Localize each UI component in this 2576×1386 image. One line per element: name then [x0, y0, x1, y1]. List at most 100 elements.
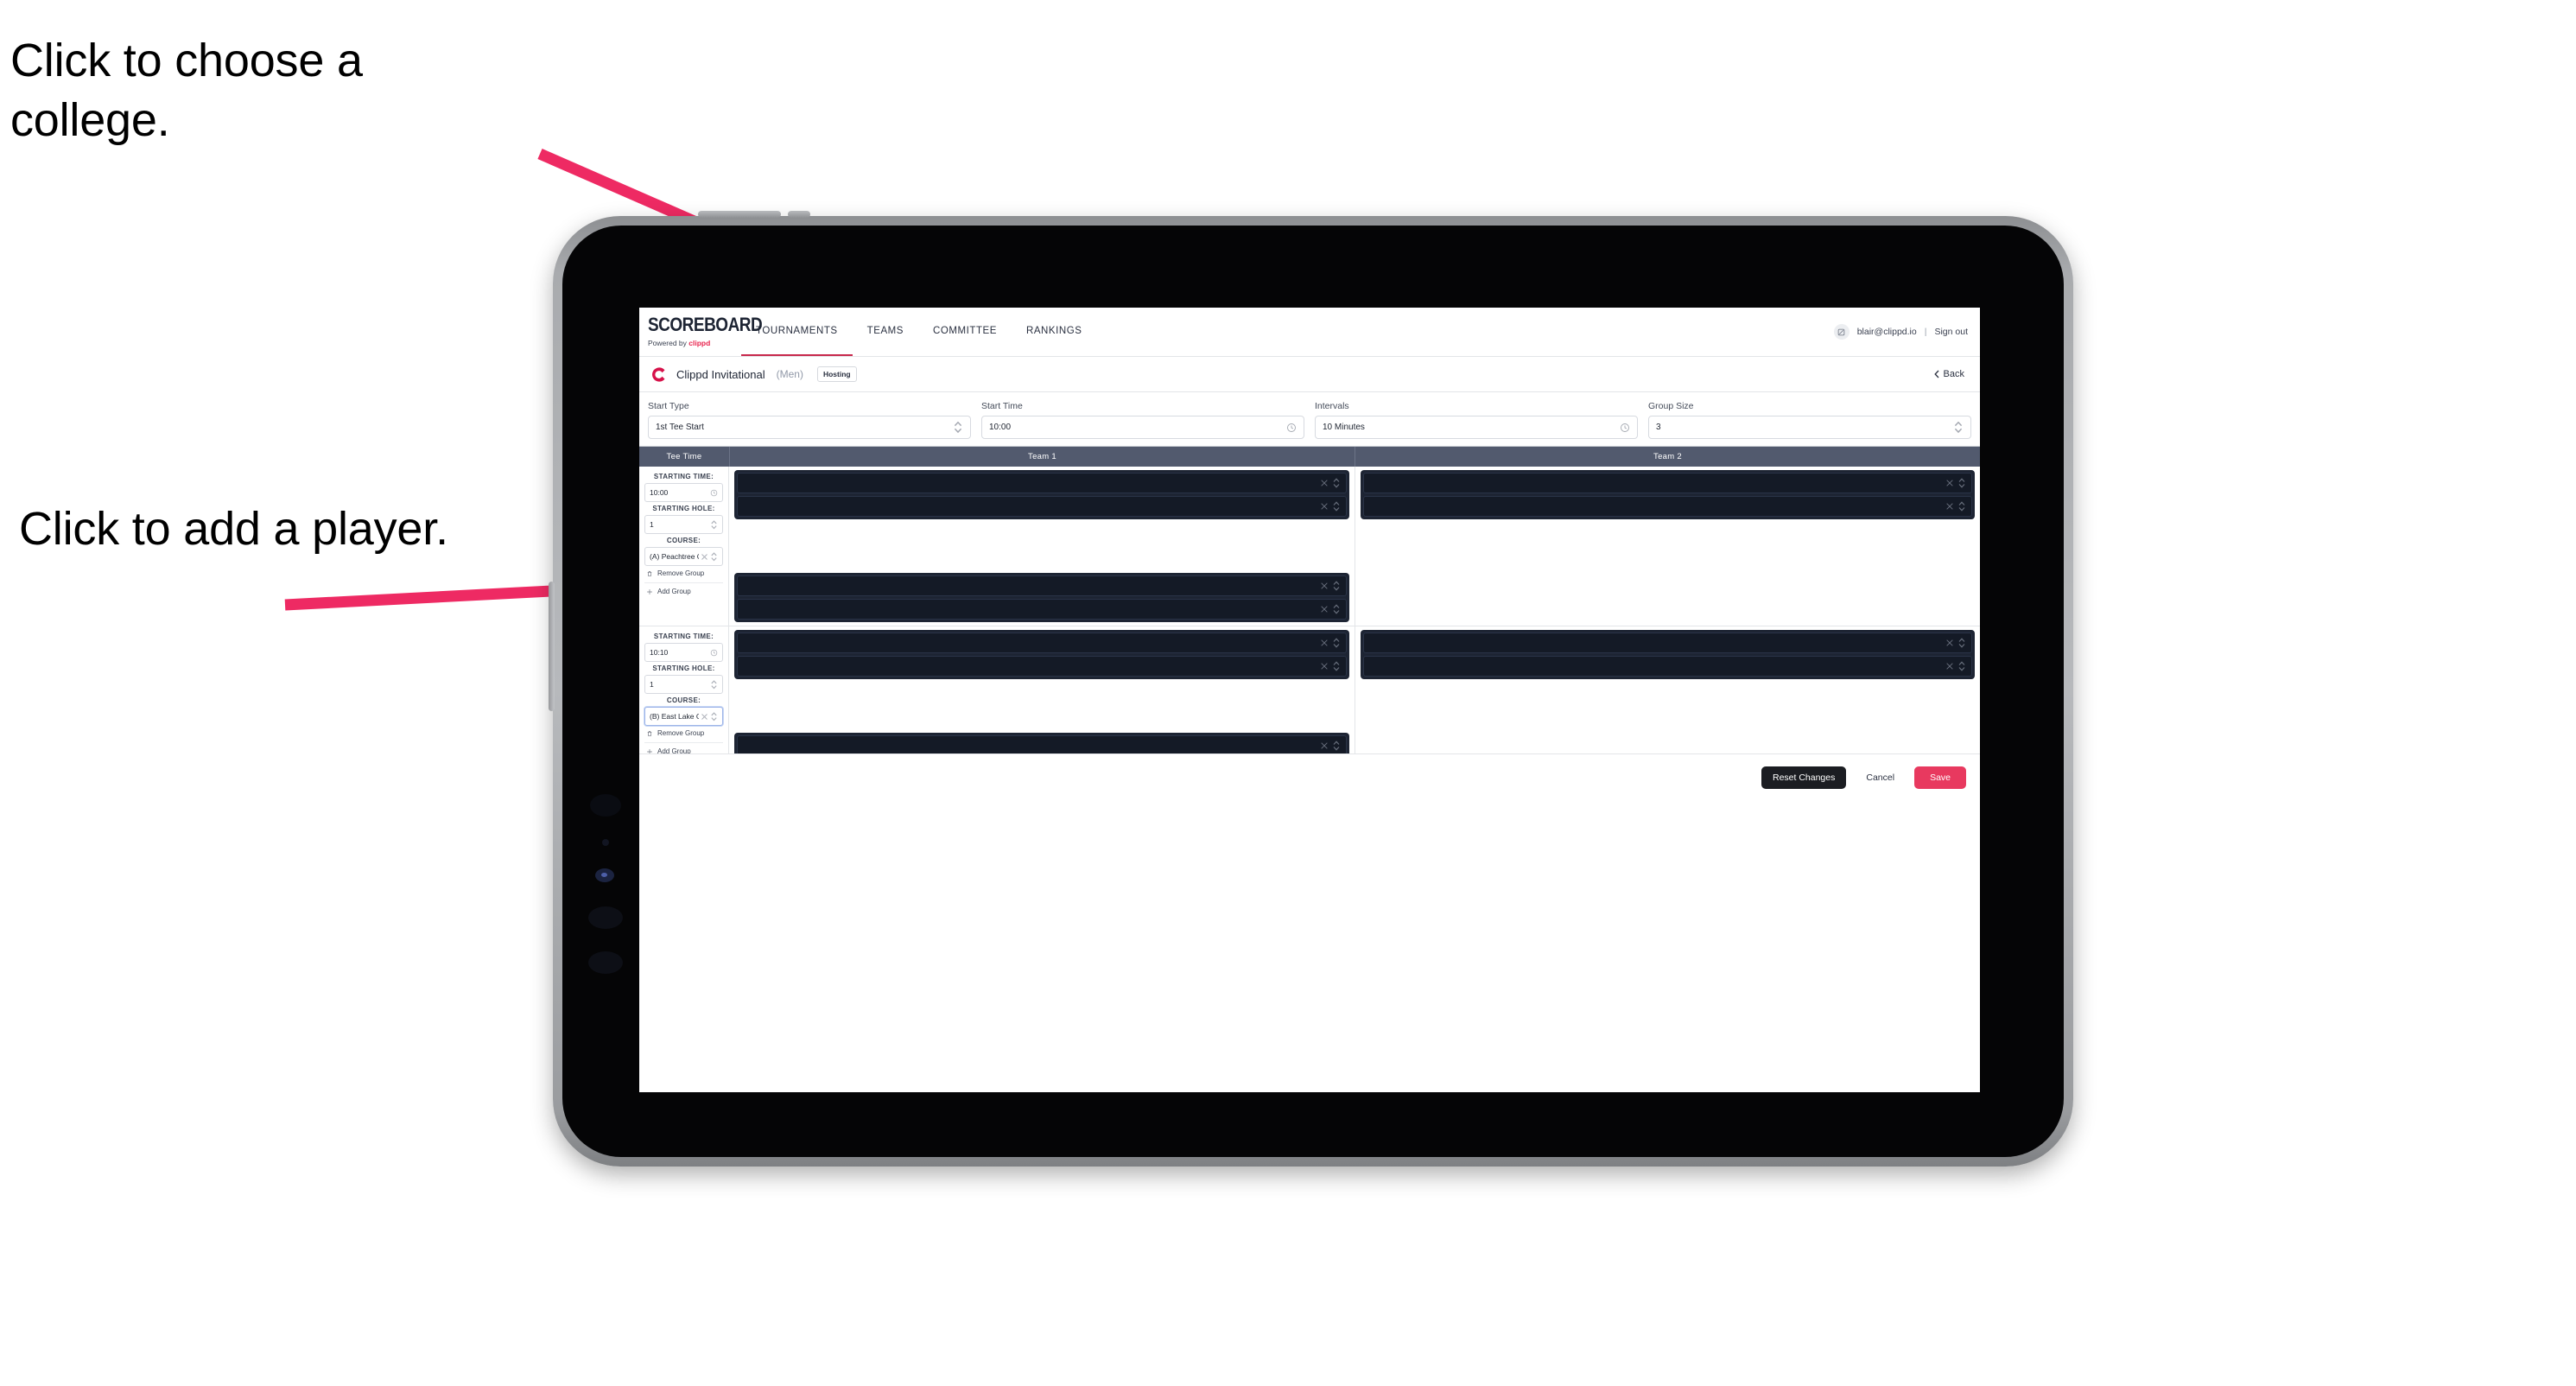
- remove-group-button[interactable]: Remove Group: [644, 726, 723, 739]
- starting-time-input[interactable]: 10:00: [644, 483, 723, 502]
- chevron-updown-icon: [953, 421, 963, 434]
- course-select[interactable]: (A) Peachtree GC: [644, 547, 723, 566]
- top-navigation-bar: SCOREBOARD Powered by clippd TOURNAMENTS…: [639, 308, 1980, 357]
- nav-items: TOURNAMENTS TEAMS COMMITTEE RANKINGS: [741, 308, 1096, 356]
- back-link[interactable]: Back: [1933, 369, 1970, 379]
- chevron-updown-icon[interactable]: [1332, 478, 1341, 488]
- start-time-field: Start Time 10:00: [981, 401, 1304, 439]
- player-slot[interactable]: [737, 473, 1347, 493]
- player-slot[interactable]: [737, 656, 1347, 677]
- starting-hole-value: 1: [650, 680, 654, 689]
- close-x-icon[interactable]: [1945, 479, 1954, 487]
- chevron-updown-icon[interactable]: [1332, 501, 1341, 512]
- chevron-updown-icon: [710, 679, 718, 690]
- player-slot[interactable]: [737, 735, 1347, 753]
- player-name-redacted: [1369, 657, 1943, 676]
- chevron-updown-icon[interactable]: [1332, 638, 1341, 648]
- sign-out-link[interactable]: Sign out: [1934, 327, 1968, 337]
- close-x-icon[interactable]: [1320, 605, 1329, 614]
- chevron-updown-icon[interactable]: [1332, 661, 1341, 671]
- clock-icon: [1286, 423, 1297, 433]
- starting-time-label: STARTING TIME:: [653, 473, 714, 480]
- chevron-updown-icon[interactable]: [1957, 501, 1966, 512]
- player-name-redacted: [1369, 633, 1943, 652]
- close-x-icon[interactable]: [1320, 741, 1329, 750]
- remove-group-label: Remove Group: [657, 729, 705, 737]
- start-time-label: Start Time: [981, 401, 1023, 411]
- player-slot[interactable]: [737, 633, 1347, 653]
- close-x-icon[interactable]: [1945, 502, 1954, 511]
- column-header-team2: Team 2: [1653, 452, 1682, 461]
- chevron-left-icon: [1933, 370, 1939, 378]
- power-button[interactable]: [698, 211, 781, 218]
- starting-hole-label: STARTING HOLE:: [652, 664, 715, 672]
- player-slot[interactable]: [1362, 473, 1972, 493]
- chevron-updown-icon[interactable]: [1332, 604, 1341, 614]
- team2-player-list: [1360, 630, 1975, 679]
- starting-time-input[interactable]: 10:10: [644, 643, 723, 662]
- add-group-button[interactable]: Add Group: [644, 582, 723, 597]
- close-x-icon[interactable]: [1945, 639, 1954, 647]
- nav-tab-committee[interactable]: COMMITTEE: [918, 308, 1012, 356]
- player-name-redacted: [743, 576, 1317, 595]
- nav-tab-teams[interactable]: TEAMS: [853, 308, 918, 356]
- chevron-updown-icon[interactable]: [1332, 581, 1341, 591]
- close-x-icon[interactable]: [1320, 639, 1329, 647]
- player-name-redacted: [743, 633, 1317, 652]
- user-avatar-icon[interactable]: [1833, 324, 1850, 340]
- close-x-icon[interactable]: [1320, 662, 1329, 671]
- reset-changes-button[interactable]: Reset Changes: [1761, 766, 1847, 790]
- chevron-updown-icon[interactable]: [1957, 478, 1966, 488]
- player-slot[interactable]: [1362, 656, 1972, 677]
- nav-tab-rankings[interactable]: RANKINGS: [1012, 308, 1096, 356]
- clippd-c-icon: [650, 366, 668, 384]
- team1-cell: [729, 626, 1355, 753]
- chevron-updown-icon[interactable]: [1332, 741, 1341, 751]
- chevron-updown-icon[interactable]: [1957, 661, 1966, 671]
- close-x-icon[interactable]: [701, 713, 708, 721]
- close-x-icon[interactable]: [1945, 662, 1954, 671]
- top-button-secondary[interactable]: [788, 211, 810, 218]
- player-name-redacted: [1369, 497, 1943, 516]
- schedule-table-body[interactable]: STARTING TIME: 10:00 STARTING HOLE: 1 CO…: [639, 467, 1980, 753]
- starting-hole-stepper[interactable]: 1: [644, 675, 723, 694]
- player-name-redacted: [743, 474, 1317, 493]
- start-time-input[interactable]: 10:00: [981, 416, 1304, 439]
- chevron-updown-icon[interactable]: [1957, 638, 1966, 648]
- volume-button[interactable]: [549, 582, 555, 711]
- start-time-value: 10:00: [989, 423, 1012, 432]
- save-button[interactable]: Save: [1914, 766, 1966, 790]
- start-type-field: Start Type 1st Tee Start: [648, 401, 971, 439]
- player-slot[interactable]: [1362, 496, 1972, 517]
- remove-group-button[interactable]: Remove Group: [644, 566, 723, 579]
- player-name-redacted: [743, 600, 1317, 619]
- starting-time-value: 10:00: [650, 488, 669, 497]
- starting-time-value: 10:10: [650, 648, 669, 657]
- cancel-button[interactable]: Cancel: [1855, 766, 1906, 790]
- scoreboard-logo[interactable]: SCOREBOARD Powered by clippd: [639, 308, 763, 356]
- player-slot[interactable]: [737, 575, 1347, 596]
- remove-group-label: Remove Group: [657, 569, 705, 577]
- group-size-stepper[interactable]: 3: [1648, 416, 1971, 439]
- starting-hole-value: 1: [650, 520, 654, 529]
- add-group-button[interactable]: Add Group: [644, 742, 723, 753]
- logo-tagline: Powered by clippd: [648, 339, 729, 347]
- close-x-icon[interactable]: [1320, 582, 1329, 590]
- player-slot[interactable]: [737, 599, 1347, 620]
- chevron-updown-icon: [1953, 421, 1964, 434]
- course-label: COURSE:: [666, 696, 701, 704]
- player-slot[interactable]: [1362, 633, 1972, 653]
- course-select[interactable]: (B) East Lake GC: [644, 707, 723, 726]
- tournament-name: Clippd Invitational: [676, 367, 765, 381]
- starting-hole-stepper[interactable]: 1: [644, 515, 723, 534]
- course-value: (A) Peachtree GC: [650, 552, 699, 561]
- intervals-input[interactable]: 10 Minutes: [1315, 416, 1638, 439]
- start-type-select[interactable]: 1st Tee Start: [648, 416, 971, 439]
- close-x-icon[interactable]: [1320, 479, 1329, 487]
- player-slot[interactable]: [737, 496, 1347, 517]
- chevron-updown-icon: [710, 711, 718, 722]
- chevron-updown-icon: [710, 551, 718, 562]
- close-x-icon[interactable]: [701, 553, 708, 561]
- starting-time-label: STARTING TIME:: [653, 633, 714, 640]
- close-x-icon[interactable]: [1320, 502, 1329, 511]
